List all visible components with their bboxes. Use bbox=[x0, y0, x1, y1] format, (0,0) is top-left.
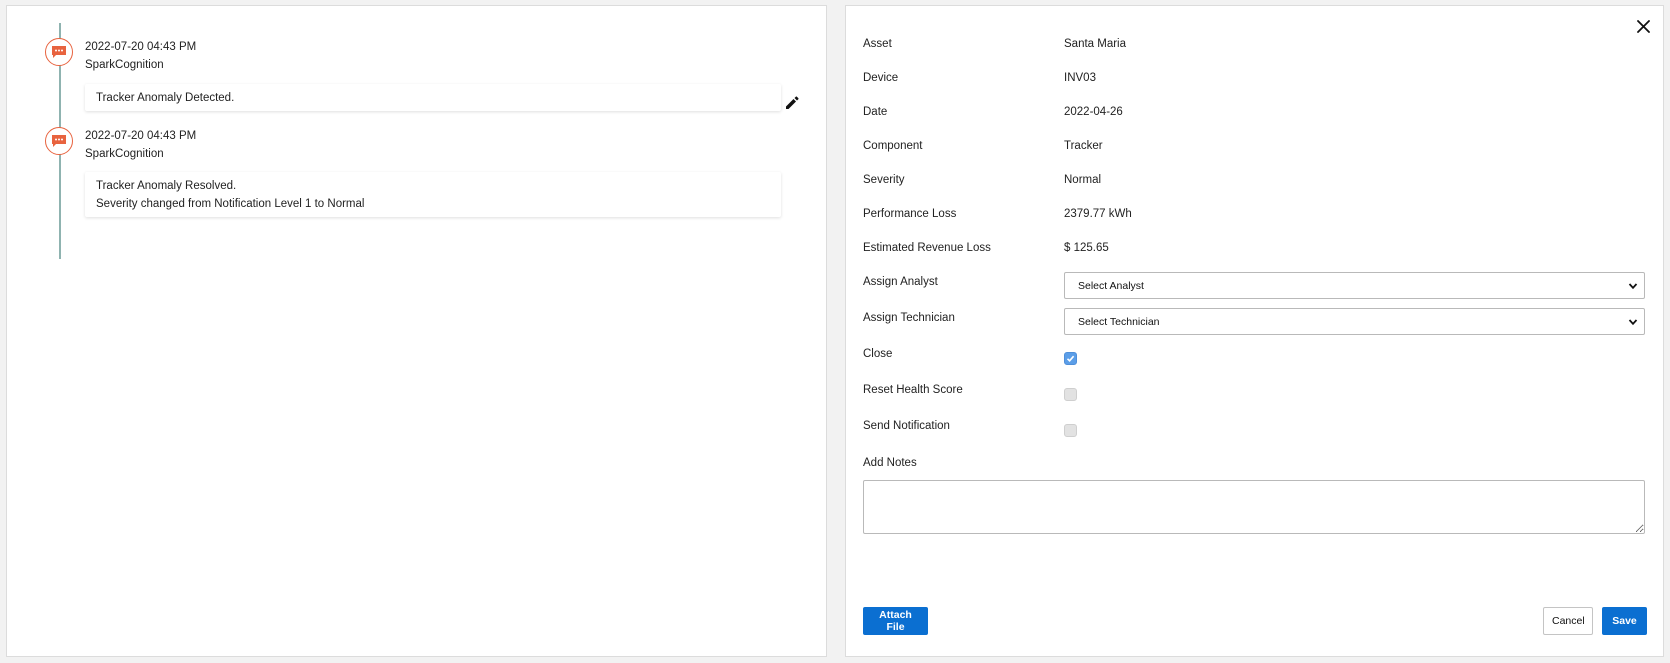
revenue-loss-value: $ 125.65 bbox=[1064, 242, 1109, 254]
assign-technician-label: Assign Technician bbox=[863, 312, 955, 324]
timeline-author: SparkCognition bbox=[85, 59, 164, 71]
date-value: 2022-04-26 bbox=[1064, 106, 1123, 118]
timeline-message-line: Tracker Anomaly Detected. bbox=[96, 92, 235, 104]
timeline-date: 2022-07-20 04:43 PM bbox=[85, 41, 197, 53]
cancel-button[interactable]: Cancel bbox=[1543, 607, 1593, 635]
revenue-loss-label: Estimated Revenue Loss bbox=[863, 242, 991, 254]
assign-technician-selected: Select Technician bbox=[1078, 315, 1160, 328]
send-notification-checkbox[interactable] bbox=[1064, 424, 1077, 437]
timeline-date: 2022-07-20 04:43 PM bbox=[85, 130, 197, 142]
component-label: Component bbox=[863, 140, 923, 152]
assign-technician-select[interactable]: Select Technician bbox=[1064, 308, 1645, 335]
timeline-message-card: Tracker Anomaly Detected. bbox=[85, 84, 781, 111]
performance-loss-label: Performance Loss bbox=[863, 208, 957, 220]
timeline-author: SparkCognition bbox=[85, 148, 164, 160]
attach-file-button[interactable]: Attach File bbox=[863, 607, 928, 635]
assign-analyst-select[interactable]: Select Analyst bbox=[1064, 272, 1645, 299]
component-value: Tracker bbox=[1064, 140, 1103, 152]
asset-value: Santa Maria bbox=[1064, 38, 1127, 50]
activity-timeline-panel: 2022-07-20 04:43 PM SparkCognition Track… bbox=[6, 5, 827, 657]
assign-analyst-selected: Select Analyst bbox=[1078, 279, 1144, 292]
chevron-down-icon bbox=[1628, 283, 1638, 290]
edit-pencil-icon[interactable] bbox=[781, 92, 803, 114]
anomaly-details-panel: Asset Santa Maria Device INV03 Date 2022… bbox=[845, 5, 1664, 657]
timeline-message-card: Tracker Anomaly Resolved. Severity chang… bbox=[85, 172, 781, 217]
close-checkbox[interactable] bbox=[1064, 352, 1077, 365]
checkmark-icon bbox=[1066, 355, 1075, 362]
save-button[interactable]: Save bbox=[1602, 607, 1647, 635]
comment-icon bbox=[45, 127, 73, 155]
assign-analyst-label: Assign Analyst bbox=[863, 276, 938, 288]
timeline-message-line: Tracker Anomaly Resolved. bbox=[96, 180, 237, 192]
severity-label: Severity bbox=[863, 174, 905, 186]
reset-health-score-checkbox[interactable] bbox=[1064, 388, 1077, 401]
timeline-message-line: Severity changed from Notification Level… bbox=[96, 198, 365, 210]
add-notes-label: Add Notes bbox=[863, 457, 917, 469]
chevron-down-icon bbox=[1628, 319, 1638, 326]
device-label: Device bbox=[863, 72, 899, 84]
comment-icon bbox=[45, 38, 73, 66]
notes-textarea[interactable] bbox=[863, 480, 1645, 534]
performance-loss-value: 2379.77 kWh bbox=[1064, 208, 1132, 220]
reset-health-score-label: Reset Health Score bbox=[863, 384, 963, 396]
asset-label: Asset bbox=[863, 38, 892, 50]
close-icon[interactable] bbox=[1633, 16, 1653, 36]
severity-value: Normal bbox=[1064, 174, 1102, 186]
date-label: Date bbox=[863, 106, 888, 118]
device-value: INV03 bbox=[1064, 72, 1096, 84]
send-notification-label: Send Notification bbox=[863, 420, 950, 432]
close-checkbox-label: Close bbox=[863, 348, 893, 360]
